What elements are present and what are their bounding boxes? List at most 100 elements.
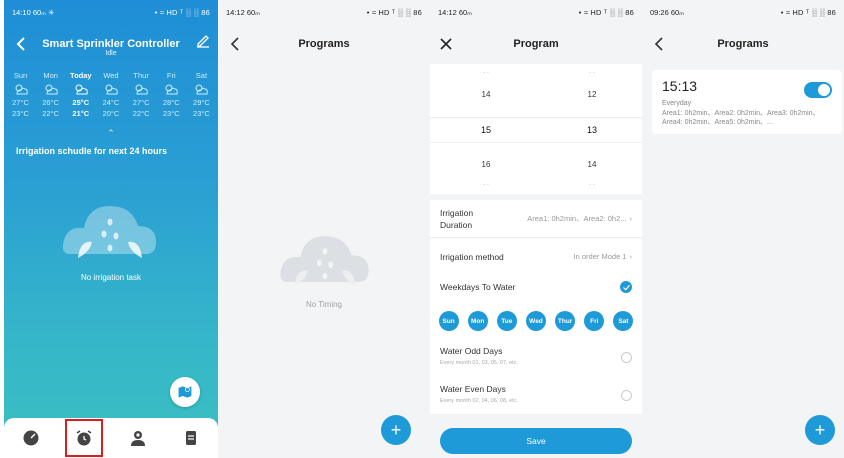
program-card[interactable]: 15:13 Everyday Area1: 0h2min、Area2: 0h2m… <box>652 70 842 134</box>
forecast-day: Fri 28°C 23°C <box>157 70 186 119</box>
status-bar: 14:12 60ₘ • ≈ HD ᵀ ░ ░ 86 <box>218 0 430 24</box>
user-icon <box>130 431 145 446</box>
chevron-right-icon: › <box>629 214 633 223</box>
collapse-icon[interactable]: ⌃ <box>4 128 218 139</box>
status-time: 14:10 <box>12 7 31 17</box>
nav-dashboard[interactable] <box>14 421 48 455</box>
irrigation-duration-row[interactable]: Irrigation Duration Area1: 0h2min、Area2:… <box>430 200 642 238</box>
forecast-day: Sat 29°C 23°C <box>187 70 216 119</box>
even-days-label: Water Even Days <box>440 384 506 394</box>
weekdays-option[interactable]: Weekdays To Water <box>430 270 642 304</box>
status-extra: 60ₘ ✳ <box>32 7 55 17</box>
status-icons: • ≈ HD ᵀ ░ ░ 86 <box>366 7 422 17</box>
day-name: Wed <box>103 71 119 80</box>
even-days-option[interactable]: Water Even Days Every month 02, 04, 06, … <box>430 376 642 414</box>
picker-selected-hour[interactable]: 15 <box>436 125 536 135</box>
high-temp: 24°C <box>102 98 120 107</box>
map-button[interactable] <box>170 377 200 407</box>
header: Programs <box>218 24 430 64</box>
high-temp: 25°C <box>72 98 90 107</box>
forecast-day: Thur 27°C 22°C <box>127 70 156 119</box>
weekday-sun[interactable]: Sun <box>438 311 459 331</box>
weekdays-label: Weekdays To Water <box>440 282 516 292</box>
programs-list-screen: 09:26 60ₘ • ≈ HD ᵀ ░ ░ 86 Programs 15:13… <box>642 0 844 458</box>
status-extra: 60ₘ <box>458 7 472 17</box>
empty-state-text: No Timing <box>305 300 342 309</box>
low-temp: 23°C <box>12 109 29 118</box>
add-program-button[interactable]: + <box>805 415 835 445</box>
home-screen: 14:10 60ₘ ✳ • ≈ HD ᵀ ░ ░ 86 Smart Sprink… <box>4 0 218 458</box>
alarm-clock-icon <box>76 430 92 446</box>
page-title: Programs <box>717 38 769 50</box>
low-temp: 21°C <box>72 109 90 118</box>
day-name: Mon <box>43 71 58 80</box>
device-status: Idle <box>105 50 117 57</box>
weekday-wed[interactable]: Wed <box>525 311 546 331</box>
day-name: Fri <box>166 71 176 80</box>
forecast-day: Wed 24°C 20°C <box>96 70 125 119</box>
forecast-day-today: Today 25°C 21°C <box>66 70 95 119</box>
status-time: 14:12 <box>226 7 245 17</box>
dashboard-icon <box>23 430 39 446</box>
high-temp: 27°C <box>132 98 150 107</box>
partly-cloudy-icon <box>157 81 186 97</box>
edit-icon[interactable] <box>196 34 210 48</box>
forecast-day: Sun 27°C 23°C <box>6 70 35 119</box>
back-icon[interactable] <box>650 34 670 54</box>
row-value: In order Mode 1 › <box>574 252 632 261</box>
low-temp: 23°C <box>162 109 180 118</box>
hour-wheel[interactable]: - - 14 15 16 - - <box>436 64 536 194</box>
status-bar: 14:10 60ₘ ✳ • ≈ HD ᵀ ░ ░ 86 <box>4 0 218 24</box>
odd-days-option[interactable]: Water Odd Days Every month 01, 03, 05, 0… <box>430 338 642 376</box>
weekday-tue[interactable]: Tue <box>496 311 517 331</box>
nav-profile[interactable] <box>121 421 155 455</box>
weekday-thur[interactable]: Thur <box>555 311 576 331</box>
high-temp: 26°C <box>42 98 60 107</box>
add-program-button[interactable]: + <box>381 415 411 445</box>
document-icon <box>186 431 197 445</box>
weekday-sat[interactable]: Sat <box>613 311 634 331</box>
toggle-knob <box>818 84 830 96</box>
header: Programs <box>642 24 844 64</box>
duration-value: Area1: 0h2min、Area2: 0h2... <box>527 214 627 223</box>
program-repeat: Everyday <box>662 100 692 107</box>
low-temp: 22°C <box>132 109 150 118</box>
partly-cloudy-icon <box>127 81 156 97</box>
status-icons: • ≈ HD ᵀ ░ ░ 86 <box>780 7 836 17</box>
high-temp: 27°C <box>12 98 29 107</box>
weekday-selector: Sun Mon Tue Wed Thur Fri Sat <box>430 304 642 338</box>
forecast-day: Mon 26°C 22°C <box>36 70 65 119</box>
partly-cloudy-icon <box>36 81 65 97</box>
program-enable-toggle[interactable] <box>804 82 832 98</box>
radio-odd-days[interactable] <box>621 352 632 363</box>
save-button[interactable]: Save <box>440 428 632 454</box>
back-icon[interactable] <box>226 34 246 54</box>
picker-selected-minute[interactable]: 13 <box>542 125 642 135</box>
row-label: Irrigation Duration <box>440 207 474 230</box>
radio-even-days[interactable] <box>621 390 632 401</box>
program-edit-screen: 14:12 60ₘ • ≈ HD ᵀ ░ ░ 86 Program - - 14… <box>430 0 642 458</box>
status-extra: 60ₘ <box>246 7 260 17</box>
partly-cloudy-icon <box>187 81 216 97</box>
picker-dim: - - <box>483 182 489 188</box>
settings-card: Irrigation Duration Area1: 0h2min、Area2:… <box>430 200 642 276</box>
time-picker[interactable]: - - 14 15 16 - - - - 12 13 14 - - <box>430 64 642 194</box>
picker-dim: - - <box>589 70 595 76</box>
picker-value[interactable]: 16 <box>436 160 536 169</box>
picker-value[interactable]: 14 <box>542 160 642 169</box>
close-icon[interactable] <box>438 36 454 52</box>
weekday-fri[interactable]: Fri <box>584 311 605 331</box>
nav-records[interactable] <box>174 421 208 455</box>
day-name: Sat <box>195 71 208 80</box>
minute-wheel[interactable]: - - 12 13 14 - - <box>542 64 642 194</box>
nav-programs[interactable] <box>65 419 104 457</box>
row-label: Irrigation method <box>440 251 504 262</box>
picker-value[interactable]: 12 <box>542 90 642 99</box>
empty-cloud-illustration <box>280 236 369 286</box>
check-icon[interactable] <box>620 281 632 293</box>
partly-cloudy-icon <box>96 81 125 97</box>
watering-days-card: Weekdays To Water Sun Mon Tue Wed Thur F… <box>430 270 642 414</box>
weekday-mon[interactable]: Mon <box>467 311 488 331</box>
picker-value[interactable]: 14 <box>436 90 536 99</box>
low-temp: 22°C <box>42 109 60 118</box>
